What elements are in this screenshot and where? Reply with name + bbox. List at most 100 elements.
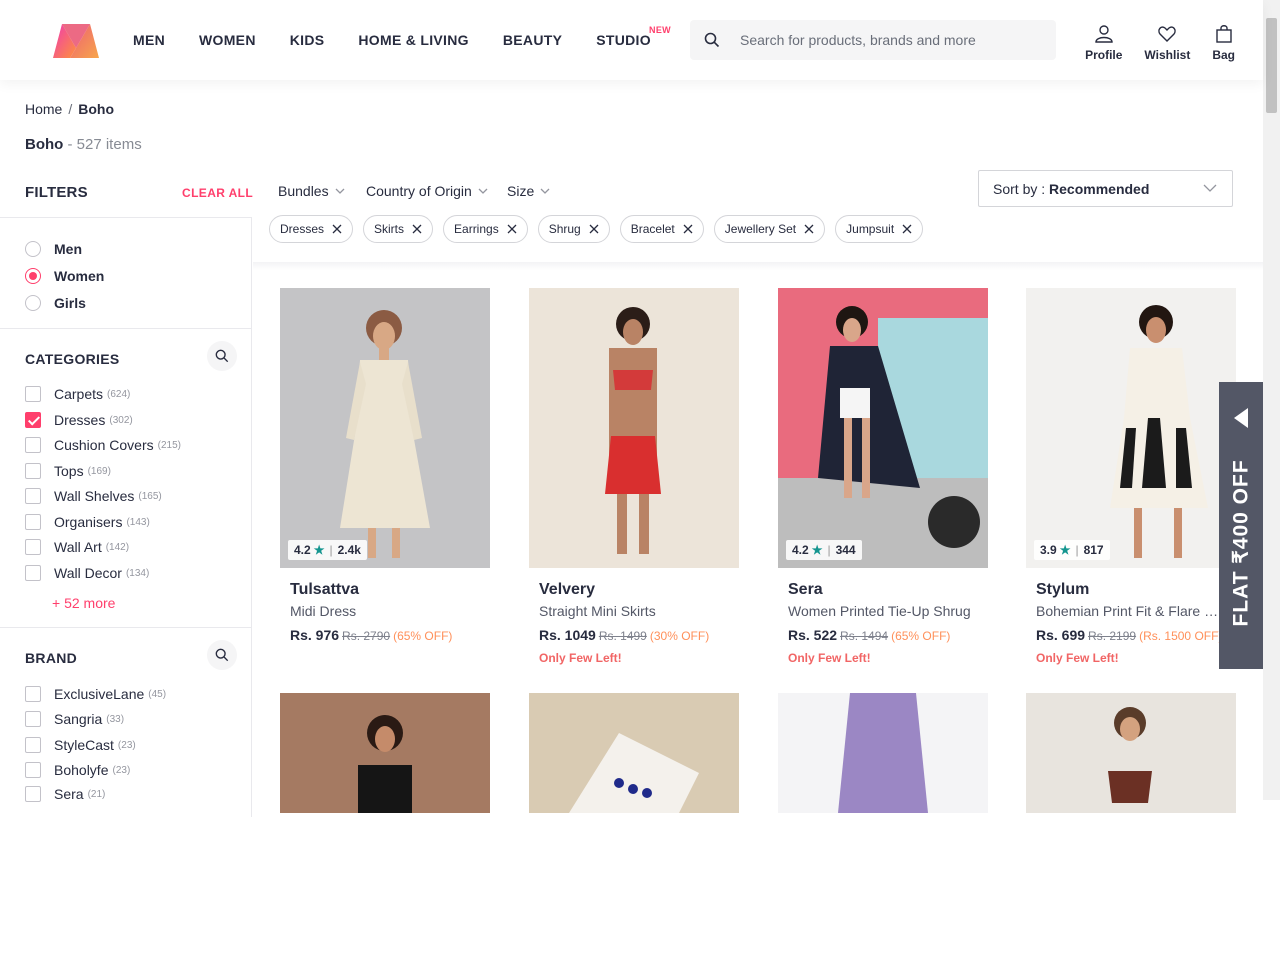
product-image[interactable] — [529, 288, 739, 568]
checkbox[interactable] — [25, 514, 41, 530]
close-icon[interactable] — [332, 224, 342, 234]
product-card[interactable] — [280, 693, 490, 973]
wishlist-button[interactable]: Wishlist — [1144, 24, 1190, 62]
product-card[interactable] — [1026, 693, 1236, 973]
close-icon[interactable] — [412, 224, 422, 234]
scrollbar-thumb[interactable] — [1266, 18, 1277, 113]
product-image[interactable] — [778, 693, 988, 973]
nav-men[interactable]: MEN — [133, 32, 165, 48]
brand-exclusivelane[interactable]: ExclusiveLane (45) — [25, 686, 166, 702]
product-image[interactable] — [280, 693, 490, 973]
checkbox[interactable] — [25, 686, 41, 702]
product-image[interactable]: 4.2 ★ | 344 — [778, 288, 988, 568]
category-wall-decor[interactable]: Wall Decor (134) — [25, 565, 149, 581]
close-icon[interactable] — [683, 224, 693, 234]
header: MEN WOMEN KIDS HOME & LIVING BEAUTY STUD… — [0, 0, 1263, 80]
category-label: Tops — [54, 463, 84, 479]
checkbox[interactable] — [25, 711, 41, 727]
chip-earrings[interactable]: Earrings — [443, 215, 528, 243]
nav-women[interactable]: WOMEN — [199, 32, 256, 48]
radio-button[interactable] — [25, 295, 41, 311]
product-card[interactable]: 3.9 ★ | 817 Stylum Bohemian Print Fit & Fla… — [1026, 288, 1236, 665]
category-cushion-covers[interactable]: Cushion Covers (215) — [25, 437, 181, 453]
category-count: (624) — [107, 388, 131, 400]
radio-button[interactable] — [25, 241, 41, 257]
category-carpets[interactable]: Carpets (624) — [25, 386, 130, 402]
mrp-value: Rs. 1494 — [840, 629, 889, 643]
checkbox[interactable] — [25, 463, 41, 479]
filter-dropdown-size[interactable]: Size — [507, 183, 550, 199]
category-wall-art[interactable]: Wall Art (142) — [25, 539, 129, 555]
close-icon[interactable] — [902, 224, 912, 234]
category-count: (134) — [125, 567, 150, 579]
myntra-logo[interactable] — [50, 22, 102, 60]
checkbox[interactable] — [25, 386, 41, 402]
chip-jumpsuit[interactable]: Jumpsuit — [835, 215, 924, 243]
product-image[interactable] — [529, 693, 739, 973]
radio-button-selected[interactable] — [25, 268, 41, 284]
category-organisers[interactable]: Organisers (143) — [25, 514, 150, 530]
rating-badge: 4.2 ★ | 344 — [786, 540, 862, 560]
profile-button[interactable]: Profile — [1085, 24, 1122, 62]
rating-divider: | — [1075, 543, 1079, 557]
product-card[interactable]: 4.2 ★ | 2.4k Tulsattva Midi Dress Rs. 976 Rs… — [280, 288, 490, 643]
category-count: (169) — [87, 465, 111, 477]
product-card[interactable]: Velvery Straight Mini Skirts Rs. 1049 Rs.… — [529, 288, 739, 665]
sort-dropdown[interactable]: Sort by : Recommended — [978, 170, 1233, 207]
page-title: Boho - 527 items — [25, 136, 142, 153]
brand-count: (21) — [87, 788, 106, 800]
category-dresses[interactable]: Dresses (302) — [25, 412, 133, 428]
checkbox[interactable] — [25, 762, 41, 778]
filter-dropdown-country-of-origin[interactable]: Country of Origin — [366, 183, 488, 199]
checkbox[interactable] — [25, 437, 41, 453]
category-count: (215) — [157, 439, 181, 451]
chip-jewellery-set[interactable]: Jewellery Set — [713, 215, 826, 243]
search-input[interactable] — [740, 20, 1040, 60]
product-photo — [529, 288, 739, 568]
chip-skirts[interactable]: Skirts — [363, 215, 434, 243]
close-icon[interactable] — [589, 224, 599, 234]
gender-girls[interactable]: Girls — [25, 295, 86, 311]
chip-shrug[interactable]: Shrug — [537, 215, 610, 243]
nav-beauty[interactable]: BEAUTY — [503, 32, 562, 48]
category-wall-shelves[interactable]: Wall Shelves (165) — [25, 488, 162, 504]
promo-side-banner[interactable]: FLAT ₹400 OFF — [1219, 382, 1263, 669]
close-icon[interactable] — [804, 224, 814, 234]
brand-label: StyleCast — [54, 737, 114, 753]
gender-men[interactable]: Men — [25, 241, 82, 257]
nav-studio[interactable]: STUDIO NEW — [596, 25, 670, 48]
product-card[interactable] — [529, 693, 739, 973]
chip-dresses[interactable]: Dresses — [269, 215, 354, 243]
close-icon[interactable] — [507, 224, 517, 234]
product-card[interactable] — [778, 693, 988, 973]
category-label: Wall Shelves — [54, 488, 135, 504]
filter-dropdown-bundles[interactable]: Bundles — [278, 183, 345, 199]
product-image[interactable] — [1026, 693, 1236, 973]
checkbox[interactable] — [25, 539, 41, 555]
checkbox[interactable] — [25, 488, 41, 504]
bag-button[interactable]: Bag — [1212, 24, 1235, 62]
gender-women[interactable]: Women — [25, 268, 104, 284]
breadcrumb: Home / Boho — [25, 101, 114, 117]
categories-search-button[interactable] — [207, 341, 237, 371]
checkbox[interactable] — [25, 737, 41, 753]
filter-dropdown-label: Size — [507, 183, 535, 199]
clear-all-button[interactable]: CLEAR ALL — [182, 186, 253, 200]
breadcrumb-home[interactable]: Home — [25, 101, 62, 117]
sort-label: Sort by : — [993, 181, 1050, 197]
product-image[interactable]: 4.2 ★ | 2.4k — [280, 288, 490, 568]
checkbox[interactable] — [25, 565, 41, 581]
brand-boholyfe[interactable]: Boholyfe (23) — [25, 762, 130, 778]
brand-sangria[interactable]: Sangria (33) — [25, 711, 124, 727]
page-scrollbar[interactable] — [1263, 0, 1280, 800]
checkbox-checked[interactable] — [25, 412, 41, 428]
category-tops[interactable]: Tops (169) — [25, 463, 111, 479]
brand-stylecast[interactable]: StyleCast (23) — [25, 737, 136, 753]
product-card[interactable]: 4.2 ★ | 344 Sera Women Printed Tie-Up Shrug… — [778, 288, 988, 665]
more-categories-link[interactable]: + 52 more — [52, 595, 115, 611]
product-image[interactable]: 3.9 ★ | 817 — [1026, 288, 1236, 568]
nav-home-living[interactable]: HOME & LIVING — [358, 32, 468, 48]
nav-kids[interactable]: KIDS — [290, 32, 325, 48]
chip-bracelet[interactable]: Bracelet — [619, 215, 704, 243]
brand-search-button[interactable] — [207, 640, 237, 670]
